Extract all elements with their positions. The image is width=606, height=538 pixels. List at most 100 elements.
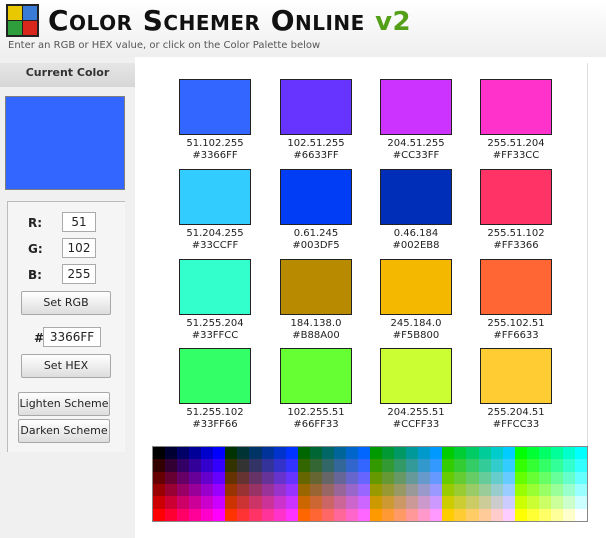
palette-cell[interactable] <box>345 447 359 460</box>
palette-cell[interactable] <box>514 459 528 473</box>
scheme-swatch[interactable] <box>380 259 452 315</box>
palette-cell[interactable] <box>357 459 371 473</box>
palette-cell[interactable] <box>213 496 226 510</box>
scheme-swatch[interactable] <box>280 169 352 225</box>
palette-cell[interactable] <box>345 496 359 510</box>
palette-cell[interactable] <box>285 508 299 522</box>
palette-cell[interactable] <box>261 484 275 497</box>
palette-cell[interactable] <box>153 447 166 460</box>
palette-cell[interactable] <box>562 447 576 460</box>
palette-cell[interactable] <box>514 447 528 460</box>
palette-cell[interactable] <box>309 484 323 497</box>
palette-cell[interactable] <box>490 484 504 497</box>
palette-cell[interactable] <box>321 471 335 485</box>
palette-cell[interactable] <box>297 459 311 473</box>
palette-cell[interactable] <box>321 459 335 473</box>
palette-cell[interactable] <box>418 471 431 485</box>
palette-cell[interactable] <box>418 484 431 497</box>
palette-cell[interactable] <box>165 471 178 485</box>
scheme-swatch[interactable] <box>380 169 452 225</box>
palette-cell[interactable] <box>261 496 275 510</box>
palette-cell[interactable] <box>213 447 226 460</box>
palette-cell[interactable] <box>562 508 576 522</box>
palette-cell[interactable] <box>406 471 419 485</box>
palette-cell[interactable] <box>490 447 504 460</box>
palette-cell[interactable] <box>454 484 467 497</box>
palette-cell[interactable] <box>249 447 262 460</box>
scheme-swatch[interactable] <box>480 348 552 404</box>
palette-cell[interactable] <box>213 471 226 485</box>
palette-cell[interactable] <box>309 508 323 522</box>
palette-cell[interactable] <box>297 471 311 485</box>
palette-cell[interactable] <box>321 508 335 522</box>
palette-cell[interactable] <box>466 496 479 510</box>
palette-cell[interactable] <box>466 508 479 522</box>
palette-cell[interactable] <box>273 484 287 497</box>
palette-cell[interactable] <box>249 459 262 473</box>
palette-cell[interactable] <box>454 459 467 473</box>
palette-cell[interactable] <box>297 508 311 522</box>
palette-cell[interactable] <box>153 459 166 473</box>
palette-cell[interactable] <box>225 496 238 510</box>
palette-cell[interactable] <box>574 447 588 460</box>
palette-cell[interactable] <box>333 484 347 497</box>
palette-cell[interactable] <box>297 484 311 497</box>
palette-cell[interactable] <box>550 447 564 460</box>
scheme-swatch[interactable] <box>380 79 452 135</box>
palette-cell[interactable] <box>454 508 467 522</box>
palette-cell[interactable] <box>538 484 552 497</box>
palette-cell[interactable] <box>430 447 443 460</box>
palette-cell[interactable] <box>213 484 226 497</box>
palette-cell[interactable] <box>357 508 371 522</box>
palette-cell[interactable] <box>201 447 214 460</box>
palette-cell[interactable] <box>321 447 335 460</box>
palette-cell[interactable] <box>418 447 431 460</box>
palette-cell[interactable] <box>478 484 492 497</box>
palette-cell[interactable] <box>490 496 504 510</box>
palette-cell[interactable] <box>406 447 419 460</box>
palette-cell[interactable] <box>466 484 479 497</box>
palette-cell[interactable] <box>502 447 516 460</box>
palette-cell[interactable] <box>177 459 190 473</box>
color-palette[interactable] <box>152 446 588 522</box>
palette-cell[interactable] <box>466 447 479 460</box>
palette-cell[interactable] <box>370 508 383 522</box>
palette-cell[interactable] <box>237 484 250 497</box>
palette-cell[interactable] <box>406 496 419 510</box>
palette-cell[interactable] <box>478 459 492 473</box>
palette-cell[interactable] <box>526 508 540 522</box>
palette-cell[interactable] <box>466 459 479 473</box>
g-input[interactable] <box>62 238 96 258</box>
palette-cell[interactable] <box>189 459 202 473</box>
palette-cell[interactable] <box>490 508 504 522</box>
palette-cell[interactable] <box>225 447 238 460</box>
scheme-swatch[interactable] <box>480 259 552 315</box>
palette-cell[interactable] <box>562 459 576 473</box>
palette-cell[interactable] <box>574 508 588 522</box>
palette-cell[interactable] <box>225 508 238 522</box>
palette-cell[interactable] <box>574 459 588 473</box>
palette-cell[interactable] <box>406 508 419 522</box>
palette-cell[interactable] <box>177 496 190 510</box>
palette-cell[interactable] <box>249 471 262 485</box>
hex-input[interactable] <box>43 327 101 347</box>
palette-cell[interactable] <box>406 484 419 497</box>
palette-cell[interactable] <box>394 484 407 497</box>
palette-cell[interactable] <box>249 484 262 497</box>
palette-cell[interactable] <box>273 471 287 485</box>
palette-cell[interactable] <box>309 447 323 460</box>
palette-cell[interactable] <box>394 447 407 460</box>
palette-cell[interactable] <box>225 459 238 473</box>
palette-cell[interactable] <box>370 459 383 473</box>
scheme-swatch[interactable] <box>480 169 552 225</box>
palette-cell[interactable] <box>562 484 576 497</box>
palette-cell[interactable] <box>285 459 299 473</box>
palette-cell[interactable] <box>574 496 588 510</box>
palette-cell[interactable] <box>502 471 516 485</box>
scheme-swatch[interactable] <box>179 259 251 315</box>
palette-cell[interactable] <box>370 484 383 497</box>
scheme-swatch[interactable] <box>280 79 352 135</box>
palette-cell[interactable] <box>442 471 455 485</box>
palette-cell[interactable] <box>333 508 347 522</box>
palette-cell[interactable] <box>430 459 443 473</box>
